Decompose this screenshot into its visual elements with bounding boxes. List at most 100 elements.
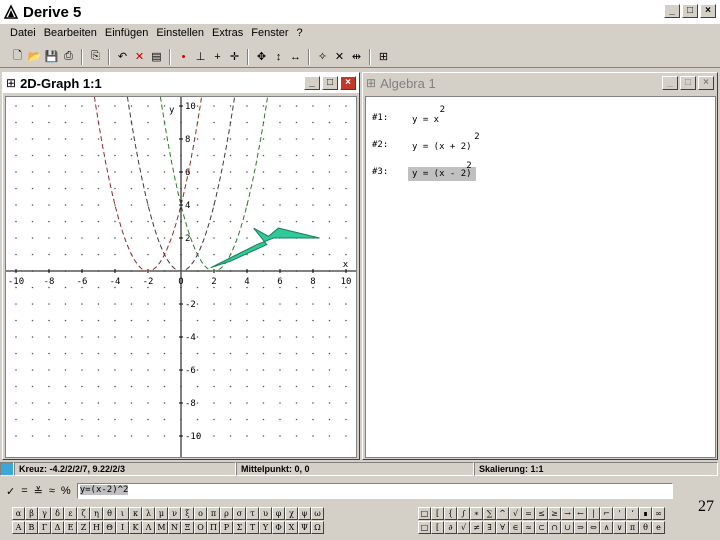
greek-upper-key[interactable]: Λ <box>142 521 155 534</box>
graph-close-button[interactable]: × <box>340 76 356 90</box>
symbol-key[interactable]: θ <box>639 521 652 534</box>
menu-bearbeiten[interactable]: Bearbeiten <box>44 27 97 44</box>
print-icon[interactable]: ⎙ <box>61 49 76 64</box>
symbol-key[interactable]: ∗ <box>470 507 483 520</box>
symbol-key[interactable]: [ <box>431 521 444 534</box>
expression-input[interactable]: y=(x-2)^2 <box>76 483 673 499</box>
greek-upper-key[interactable]: Μ <box>155 521 168 534</box>
symbol-key[interactable]: → <box>561 507 574 520</box>
greek-upper-key[interactable]: Χ <box>285 521 298 534</box>
graph-maximize-button[interactable]: □ <box>322 76 338 90</box>
algebra-maximize-button[interactable]: □ <box>680 76 696 90</box>
greek-upper-key[interactable]: Υ <box>259 521 272 534</box>
greek-upper-key[interactable]: Ζ <box>77 521 90 534</box>
center-icon[interactable]: ✥ <box>254 49 269 64</box>
greek-lower-key[interactable]: φ <box>272 507 285 520</box>
greek-lower-key[interactable]: ζ <box>77 507 90 520</box>
greek-lower-key[interactable]: β <box>25 507 38 520</box>
simplify-icon[interactable]: ≚ <box>34 485 43 498</box>
greek-upper-key[interactable]: Σ <box>233 521 246 534</box>
axes-icon[interactable]: ⊥ <box>193 49 208 64</box>
symbol-key[interactable]: ⌐ <box>600 507 613 520</box>
symbol-key[interactable]: π <box>626 521 639 534</box>
algebra-window-titlebar[interactable]: ⊞ Algebra 1 _ □ × <box>363 73 717 93</box>
minimize-button[interactable]: _ <box>664 4 680 18</box>
symbol-key[interactable]: | <box>587 507 600 520</box>
symbol-key[interactable]: ∑ <box>483 507 496 520</box>
graph-canvas[interactable]: -10 -8 -6 -4 -2 0 2 4 6 8 10 10 8 6 4 2 -2 -4 -6 -8 -10 x y <box>5 96 357 458</box>
symbol-key[interactable]: ∨ <box>613 521 626 534</box>
greek-upper-key[interactable]: Κ <box>129 521 142 534</box>
menu-einfuegen[interactable]: Einfügen <box>105 27 148 44</box>
greek-lower-key[interactable]: σ <box>233 507 246 520</box>
symbol-key[interactable]: ∃ <box>483 521 496 534</box>
menu-help[interactable]: ? <box>297 27 303 44</box>
zoom-x-icon[interactable]: ✕ <box>332 49 347 64</box>
symbol-key[interactable]: = <box>522 507 535 520</box>
crosshair-icon[interactable]: ✛ <box>227 49 242 64</box>
undo-icon[interactable]: ↶ <box>115 49 130 64</box>
greek-lower-key[interactable]: η <box>90 507 103 520</box>
greek-upper-key[interactable]: Φ <box>272 521 285 534</box>
greek-upper-key[interactable]: Θ <box>103 521 116 534</box>
symbol-key[interactable]: □ <box>418 521 431 534</box>
equals-icon[interactable]: = <box>21 485 27 497</box>
greek-upper-key[interactable]: Η <box>90 521 103 534</box>
greek-lower-key[interactable]: υ <box>259 507 272 520</box>
symbol-key[interactable]: ∩ <box>548 521 561 534</box>
greek-lower-key[interactable]: δ <box>51 507 64 520</box>
greek-lower-key[interactable]: ο <box>194 507 207 520</box>
algebra-close-button[interactable]: × <box>698 76 714 90</box>
symbol-key[interactable]: ← <box>574 507 587 520</box>
zoom-out-x-icon[interactable]: ↔ <box>288 49 303 64</box>
symbol-key[interactable]: [ <box>431 507 444 520</box>
options-icon[interactable]: ▤ <box>149 49 164 64</box>
greek-lower-key[interactable]: λ <box>142 507 155 520</box>
greek-lower-key[interactable]: ξ <box>181 507 194 520</box>
greek-lower-key[interactable]: θ <box>103 507 116 520</box>
greek-lower-key[interactable]: μ <box>155 507 168 520</box>
graph-minimize-button[interactable]: _ <box>304 76 320 90</box>
menu-extras[interactable]: Extras <box>212 27 243 44</box>
greek-lower-key[interactable]: ρ <box>220 507 233 520</box>
grid-icon[interactable]: ⊞ <box>376 49 391 64</box>
open-icon[interactable]: 📂 <box>27 49 42 64</box>
greek-lower-key[interactable]: γ <box>38 507 51 520</box>
greek-lower-key[interactable]: ψ <box>298 507 311 520</box>
zoom-in-y-icon[interactable]: ↕ <box>271 49 286 64</box>
greek-lower-key[interactable]: ω <box>311 507 324 520</box>
new-icon[interactable]: 🗋 <box>10 49 25 64</box>
greek-upper-key[interactable]: Τ <box>246 521 259 534</box>
symbol-key[interactable]: { <box>444 507 457 520</box>
greek-upper-key[interactable]: Α <box>12 521 25 534</box>
symbol-key[interactable]: □ <box>418 507 431 520</box>
symbol-key[interactable]: ∧ <box>600 521 613 534</box>
symbol-key[interactable]: ∎ <box>639 507 652 520</box>
greek-lower-key[interactable]: π <box>207 507 220 520</box>
symbol-key[interactable]: ⇒ <box>574 521 587 534</box>
enter-icon[interactable]: ✓ <box>6 485 15 498</box>
greek-upper-key[interactable]: Ξ <box>181 521 194 534</box>
greek-lower-key[interactable]: α <box>12 507 25 520</box>
symbol-key[interactable]: ≥ <box>548 507 561 520</box>
greek-lower-key[interactable]: χ <box>285 507 298 520</box>
symbol-key[interactable]: ∈ <box>509 521 522 534</box>
greek-lower-key[interactable]: κ <box>129 507 142 520</box>
greek-lower-key[interactable]: ε <box>64 507 77 520</box>
symbol-key[interactable]: ∂ <box>444 521 457 534</box>
save-icon[interactable]: 💾 <box>44 49 59 64</box>
algebra-minimize-button[interactable]: _ <box>662 76 678 90</box>
symbol-key[interactable]: ⇔ <box>587 521 600 534</box>
zoom-horizontal-icon[interactable]: ⇹ <box>349 49 364 64</box>
menu-fenster[interactable]: Fenster <box>251 27 288 44</box>
greek-upper-key[interactable]: Ψ <box>298 521 311 534</box>
copy-icon[interactable]: ⎘ <box>88 49 103 64</box>
cross-icon[interactable]: + <box>210 49 225 64</box>
delete-icon[interactable]: ✕ <box>132 49 147 64</box>
greek-upper-key[interactable]: Ρ <box>220 521 233 534</box>
zoom-in-icon[interactable]: ✧ <box>315 49 330 64</box>
symbol-key[interactable]: ' <box>613 507 626 520</box>
symbol-key[interactable]: ∀ <box>496 521 509 534</box>
greek-upper-key[interactable]: Ε <box>64 521 77 534</box>
greek-upper-key[interactable]: Ω <box>311 521 324 534</box>
